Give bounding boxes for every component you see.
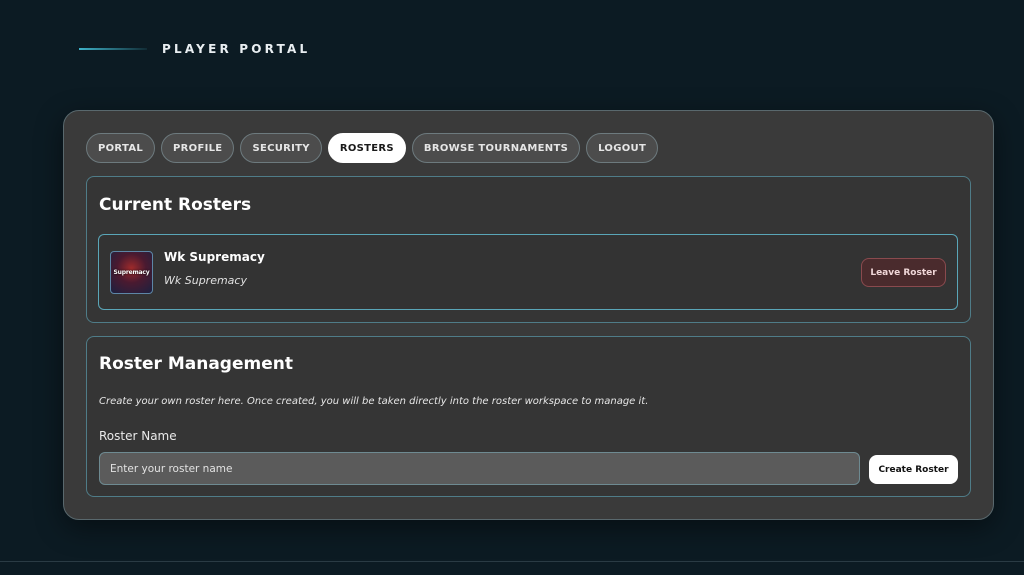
roster-logo-text: Supremacy (113, 269, 150, 276)
roster-logo: Supremacy (110, 251, 153, 294)
create-roster-button[interactable]: Create Roster (869, 455, 958, 484)
header-accent-line (79, 48, 147, 50)
tab-browse-tournaments[interactable]: BROWSE TOURNAMENTS (411, 133, 581, 163)
roster-name: Wk Supremacy (164, 250, 265, 264)
leave-roster-button[interactable]: Leave Roster (861, 258, 946, 287)
roster-management-card: Roster Management Create your own roster… (86, 336, 971, 497)
nav-tabs: PORTAL PROFILE SECURITY ROSTERS BROWSE T… (86, 133, 659, 163)
main-panel: PORTAL PROFILE SECURITY ROSTERS BROWSE T… (63, 110, 994, 520)
roster-subtitle: Wk Supremacy (164, 274, 247, 287)
tab-rosters[interactable]: ROSTERS (327, 133, 406, 163)
page-title: PLAYER PORTAL (162, 42, 311, 56)
current-rosters-card: Current Rosters Supremacy Wk Supremacy W… (86, 176, 971, 323)
tab-security[interactable]: SECURITY (240, 133, 322, 163)
roster-management-title: Roster Management (99, 354, 293, 374)
tab-portal[interactable]: PORTAL (86, 133, 156, 163)
current-rosters-title: Current Rosters (99, 195, 252, 215)
footer-divider (0, 561, 1024, 562)
roster-name-input[interactable] (99, 452, 860, 485)
roster-name-label: Roster Name (99, 429, 177, 443)
page-header: PLAYER PORTAL (79, 42, 310, 56)
roster-management-description: Create your own roster here. Once create… (99, 396, 649, 407)
tab-logout[interactable]: LOGOUT (586, 133, 659, 163)
tab-profile[interactable]: PROFILE (161, 133, 235, 163)
roster-item: Supremacy Wk Supremacy Wk Supremacy Leav… (98, 234, 958, 310)
